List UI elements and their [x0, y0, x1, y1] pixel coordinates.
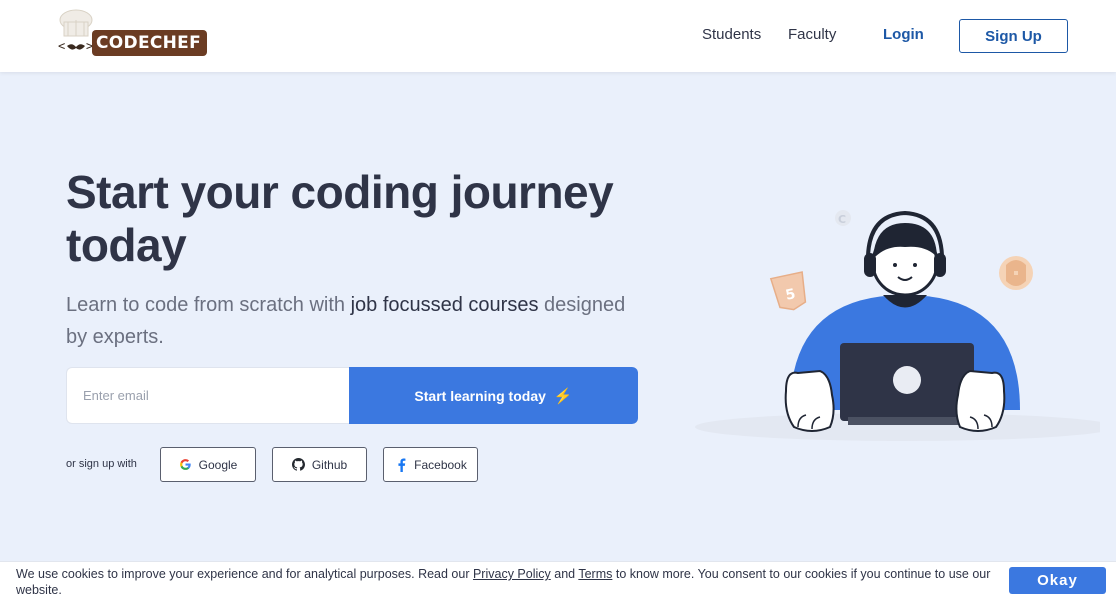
- nav-faculty-link[interactable]: Faculty: [788, 26, 836, 43]
- nav-login-link[interactable]: Login: [883, 26, 924, 43]
- facebook-label: Facebook: [414, 457, 467, 472]
- hero-subtitle: Learn to code from scratch with job focu…: [66, 289, 646, 353]
- start-learning-button[interactable]: Start learning today ⚡: [349, 367, 638, 424]
- codechef-logo[interactable]: < > CODECHEF: [58, 8, 208, 58]
- social-signup-label: or sign up with: [66, 458, 137, 470]
- google-label: Google: [198, 457, 238, 472]
- hero-title: Start your coding journey today: [66, 166, 614, 271]
- hero-illustration: C 5: [690, 195, 1115, 445]
- logo-wordmark: CODECHEF: [92, 30, 207, 56]
- email-input[interactable]: [67, 368, 350, 423]
- cookie-okay-button[interactable]: Okay: [1009, 567, 1106, 594]
- github-icon: [292, 458, 306, 472]
- svg-text:<: <: [58, 39, 65, 53]
- github-signup-button[interactable]: Github: [272, 447, 367, 482]
- top-navbar: < > CODECHEF Students Faculty Login Sign…: [0, 0, 1116, 72]
- facebook-signup-button[interactable]: Facebook: [383, 447, 478, 482]
- google-signup-button[interactable]: Google: [160, 447, 256, 482]
- google-icon: [179, 458, 193, 472]
- email-field-wrapper: [66, 367, 350, 424]
- hero-subtitle-highlight: job focussed courses: [350, 294, 539, 316]
- right-hand: [955, 369, 1006, 432]
- coder-illustration: C 5: [695, 210, 1115, 441]
- facebook-icon: [394, 457, 408, 472]
- nav-students-link[interactable]: Students: [702, 26, 761, 43]
- cookie-text-part1: We use cookies to improve your experienc…: [16, 567, 473, 581]
- terms-link[interactable]: Terms: [578, 567, 612, 581]
- cookie-text-and: and: [550, 567, 579, 581]
- start-learning-label: Start learning today: [414, 387, 546, 404]
- svg-text:C: C: [838, 213, 846, 226]
- cookie-banner: We use cookies to improve your experienc…: [0, 561, 1116, 600]
- html5-icon: 5: [769, 271, 807, 311]
- signup-button[interactable]: Sign Up: [959, 19, 1068, 53]
- cookie-message: We use cookies to improve your experienc…: [16, 566, 996, 598]
- privacy-policy-link[interactable]: Privacy Policy: [473, 567, 551, 581]
- hero-subtitle-part1: Learn to code from scratch with: [66, 294, 351, 316]
- github-label: Github: [311, 457, 348, 472]
- lightning-icon: ⚡: [553, 387, 573, 405]
- python-icon: [999, 256, 1033, 290]
- left-hand: [784, 369, 835, 432]
